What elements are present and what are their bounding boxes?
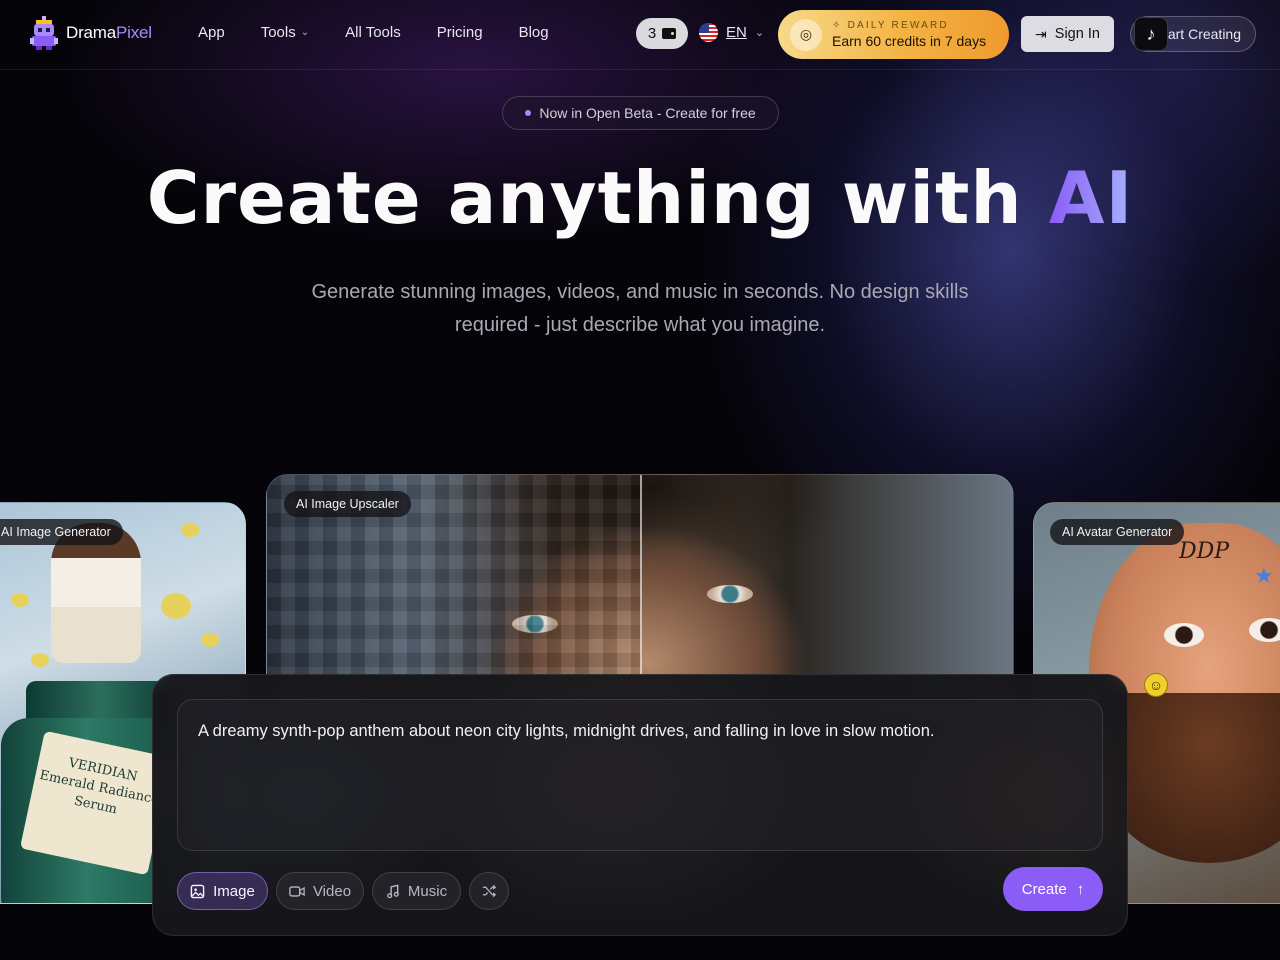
card-tag-image-generator: AI Image Generator — [0, 519, 123, 545]
us-flag-icon — [699, 23, 718, 42]
daily-reward-label: ✧ DAILY REWARD — [832, 20, 949, 31]
primary-nav: App Tools ⌄ All Tools Pricing Blog — [198, 24, 585, 41]
brand-logo[interactable]: DramaPixel — [30, 16, 152, 50]
image-icon — [190, 884, 205, 898]
lemon-decoration — [181, 523, 199, 537]
sign-in-icon: ⇥ — [1035, 25, 1047, 42]
credits-count: 3 — [647, 25, 657, 42]
shuffle-prompt-button[interactable] — [469, 872, 509, 910]
avatar-beard — [1104, 693, 1280, 863]
lemon-decoration — [31, 653, 49, 667]
nav-link-pricing[interactable]: Pricing — [437, 24, 483, 41]
coins-icon: ◎ — [790, 18, 822, 51]
sparkle-icon: ✧ — [832, 20, 843, 31]
daily-reward-button[interactable]: ◎ ✧ DAILY REWARD Earn 60 credits in 7 da… — [778, 10, 1009, 59]
mode-video-button[interactable]: Video — [276, 872, 364, 910]
hero-headline: Create anything with AI — [146, 156, 1134, 240]
nav-link-tools[interactable]: Tools ⌄ — [261, 24, 309, 41]
nav-link-all-tools[interactable]: All Tools — [345, 24, 401, 41]
hero-subheadline: Generate stunning images, videos, and mu… — [311, 281, 969, 336]
music-icon — [387, 884, 399, 898]
card-tag-avatar-generator: AI Avatar Generator — [1050, 519, 1185, 545]
sign-in-button[interactable]: ⇥ Sign In — [1021, 16, 1114, 52]
language-selector[interactable]: EN ⌄ — [699, 23, 764, 42]
robot-logo-icon — [30, 16, 58, 50]
credits-balance-button[interactable]: 3 — [636, 18, 688, 49]
wallet-icon — [662, 28, 677, 39]
shuffle-icon — [482, 884, 496, 898]
chevron-down-icon: ⌄ — [300, 27, 310, 38]
nav-link-blog[interactable]: Blog — [519, 24, 549, 41]
forehead-tattoo: DDP — [1179, 539, 1230, 564]
lemon-decoration — [161, 593, 191, 619]
avatar-eye-left — [1164, 623, 1204, 647]
mode-image-button[interactable]: Image — [177, 872, 268, 910]
lemon-decoration — [11, 593, 29, 607]
brand-name: DramaPixel — [66, 23, 152, 42]
language-code: EN — [726, 24, 747, 41]
prompt-textarea[interactable]: A dreamy synth-pop anthem about neon cit… — [177, 699, 1103, 851]
nav-link-app[interactable]: App — [198, 24, 225, 41]
mode-music-button[interactable]: Music — [372, 872, 461, 910]
star-tattoo-icon: ★ — [1254, 563, 1274, 588]
card-tag-image-upscaler: AI Image Upscaler — [284, 491, 411, 517]
create-button[interactable]: Create ↑ — [1003, 867, 1103, 911]
video-icon — [289, 885, 305, 897]
chevron-down-icon: ⌄ — [754, 27, 765, 39]
eye-right — [707, 585, 753, 603]
daily-reward-text: Earn 60 credits in 7 days — [832, 33, 987, 49]
open-beta-badge[interactable]: Now in Open Beta - Create for free — [502, 96, 779, 130]
status-dot-icon — [525, 110, 532, 116]
lemon-decoration — [201, 633, 219, 647]
tiktok-icon[interactable]: ♪ — [1134, 17, 1168, 51]
smiley-tattoo-icon: ☺ — [1144, 673, 1168, 697]
top-navigation: DramaPixel App Tools ⌄ All Tools Pricing … — [0, 0, 1280, 70]
arrow-up-icon: ↑ — [1076, 880, 1085, 898]
